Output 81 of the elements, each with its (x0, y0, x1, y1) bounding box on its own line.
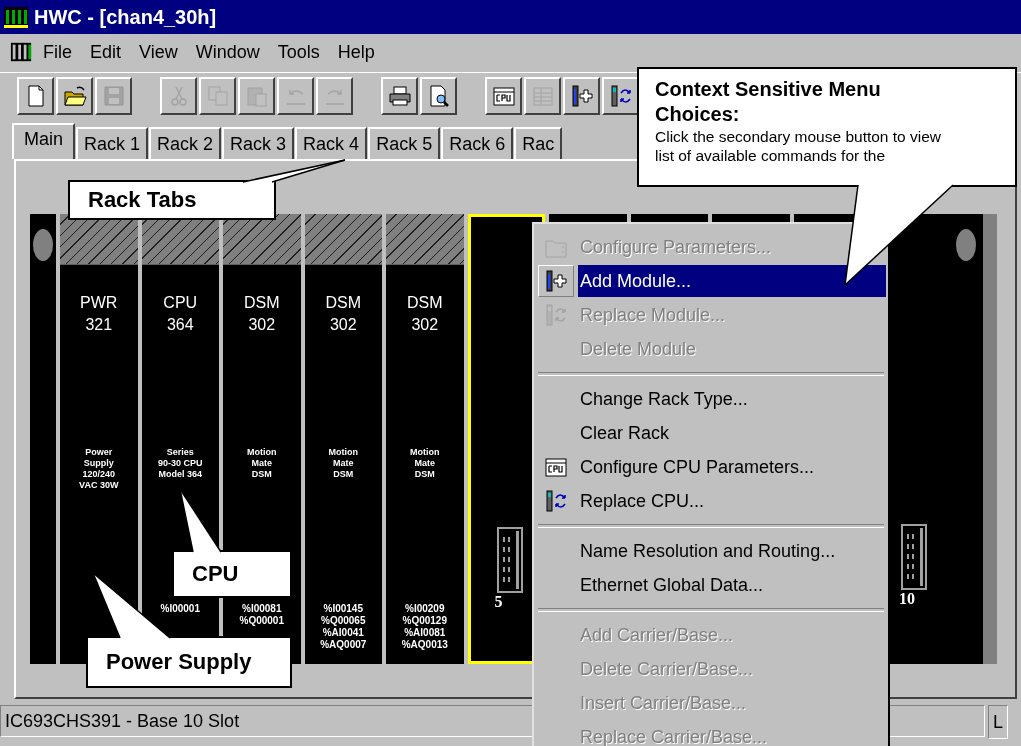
tab[interactable]: Rac (514, 127, 563, 159)
slot-number: 5 (494, 593, 503, 611)
toolbar-button[interactable] (485, 77, 522, 115)
module-description: Model 364 (158, 469, 202, 480)
app-icon (4, 5, 28, 29)
menu-item[interactable]: Edit (83, 39, 129, 65)
io-address: %AI0041 (322, 627, 364, 639)
module-description: Mate (414, 458, 435, 469)
io-address: %I00081 (242, 603, 282, 615)
module-catalog-number: 302 (411, 315, 439, 335)
module-description: Motion (328, 447, 358, 458)
module-catalog-number: 364 (166, 315, 194, 335)
module-description: DSM (333, 469, 354, 480)
module-card[interactable]: DSM 302 Motion Mate DSM %I00209 %Q00129 %AI0081 %AQ0013 (386, 214, 464, 664)
toolbar-button[interactable] (420, 77, 457, 115)
module-type: DSM (406, 293, 443, 313)
module-description: Mate (251, 458, 272, 469)
io-address: %Q00001 (239, 615, 284, 627)
module-type: DSM (243, 293, 280, 313)
toolbar-button[interactable] (602, 77, 639, 115)
toolbar-button[interactable] (563, 77, 600, 115)
callout-text: Click the secondary mouse button to view list of available commands for the (655, 127, 943, 165)
tab[interactable]: Rack 1 (76, 127, 149, 159)
window-title: HWC - [chan4_30h] (34, 5, 217, 29)
tab[interactable]: Rack 2 (149, 127, 222, 159)
io-address: %I00001 (160, 603, 200, 615)
connector-icon (496, 527, 523, 593)
toolbar-button[interactable] (56, 77, 93, 115)
tab[interactable]: Main (12, 123, 75, 159)
module-card[interactable]: DSM 302 Motion Mate DSM %I00145 %Q00065 %AI0041 %AQ0007 (304, 214, 382, 664)
module-description: Motion (247, 447, 277, 458)
add-module-icon (544, 269, 568, 293)
cpu-icon (544, 455, 568, 479)
tab[interactable]: Rack 3 (222, 127, 295, 159)
menu-item[interactable]: View (132, 39, 185, 65)
add-module-icon (569, 84, 594, 108)
status-text: L (988, 705, 1008, 739)
module-type: DSM (325, 293, 362, 313)
app-icon (10, 41, 32, 63)
replace-icon (544, 489, 568, 513)
module-description: Power (85, 447, 113, 458)
callout-title: Context Sensitive Menu Choices: (655, 77, 882, 127)
module-description: Supply (83, 458, 114, 469)
tab[interactable]: Rack 4 (295, 127, 368, 159)
io-address: %AI0081 (404, 627, 446, 639)
menu-item[interactable]: Help (330, 39, 382, 65)
menu-item[interactable]: Window (188, 39, 267, 65)
open-folder-icon (62, 84, 87, 108)
menu-item[interactable]: Tools (270, 39, 327, 65)
module-description: VAC 30W (79, 480, 119, 491)
callout-pointer (179, 488, 222, 553)
replace-icon (608, 84, 633, 108)
module-description: DSM (251, 469, 272, 480)
module-type: PWR (80, 293, 118, 313)
slot-number: 10 (899, 590, 915, 608)
clipboard-icon (244, 84, 269, 108)
tab[interactable]: Rack 6 (441, 127, 514, 159)
io-address: %I00145 (323, 603, 363, 615)
replace-icon (544, 303, 568, 327)
io-address: %Q00129 (402, 615, 447, 627)
io-address: %AQ0007 (320, 639, 367, 651)
menu-item[interactable]: File (36, 39, 79, 65)
tab[interactable]: Rack 5 (368, 127, 441, 159)
module-catalog-number: 321 (85, 315, 113, 335)
module-description: Mate (333, 458, 354, 469)
module-catalog-number: 302 (248, 315, 276, 335)
module-description: 90-30 CPU (158, 458, 203, 469)
module-catalog-number: 302 (329, 315, 357, 335)
module-description: DSM (414, 469, 435, 480)
module-type: CPU (163, 293, 198, 313)
cpu-icon (491, 84, 516, 108)
io-address: %I00209 (405, 603, 445, 615)
toolbar-button[interactable] (381, 77, 418, 115)
toolbar-button[interactable] (17, 77, 54, 115)
connector-icon (901, 524, 927, 590)
module-description: Series (166, 447, 194, 458)
io-address: %Q00065 (321, 615, 366, 627)
module-description: 120/240 (82, 469, 115, 480)
module-description: Motion (410, 447, 440, 458)
printer-icon (387, 84, 412, 108)
io-address: %AQ0013 (401, 639, 448, 651)
